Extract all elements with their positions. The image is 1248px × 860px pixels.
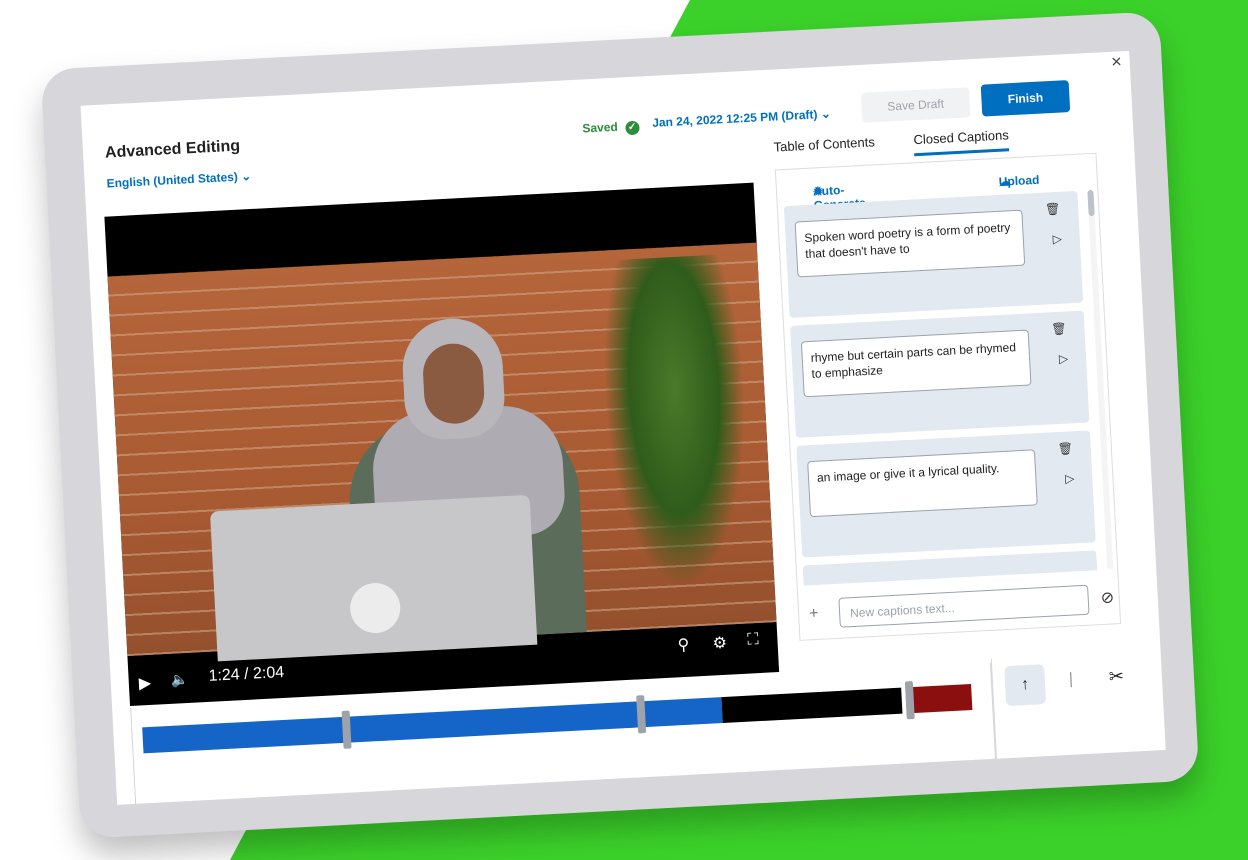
chevron-down-icon: ⌄	[820, 106, 832, 122]
caption-text-field[interactable]: Spoken word poetry is a form of poetry t…	[794, 209, 1026, 278]
scroll-thumb[interactable]	[1087, 189, 1095, 217]
play-caption-icon[interactable]: ▷	[1052, 232, 1062, 246]
new-caption-row: + New captions text... ⊘	[798, 579, 1120, 636]
play-caption-icon[interactable]: ▷	[1065, 471, 1075, 485]
video-frame	[107, 242, 777, 662]
timeline-segment-cut[interactable]	[911, 683, 973, 714]
plus-icon[interactable]: +	[809, 605, 819, 623]
captions-panel: ✹ Auto-Generate ☁ Upload Spoken word poe…	[774, 152, 1122, 641]
page-title: Advanced Editing	[104, 137, 241, 162]
timeline-segment-active[interactable]	[142, 697, 723, 754]
draft-date-dropdown[interactable]: Jan 24, 2022 12:25 PM (Draft) ⌄	[652, 107, 831, 130]
caption-item: rhyme but certain parts can be rhymed to…	[790, 310, 1090, 438]
video-player[interactable]: ▶ 🔈 1:24 / 2:04 ⚲ ⚙ ⛶	[104, 182, 780, 707]
check-circle-icon: ✓	[624, 120, 640, 136]
cancel-icon[interactable]: ⊘	[1100, 587, 1114, 608]
chevron-down-icon: ⌄	[240, 168, 252, 184]
play-icon[interactable]: ▶	[138, 673, 151, 694]
saved-label: Saved	[582, 119, 619, 136]
trash-icon[interactable]: 🗑	[1045, 202, 1061, 217]
upload-label: Upload	[998, 172, 1040, 189]
search-icon[interactable]: ⚲	[677, 635, 690, 656]
time-display: 1:24 / 2:04	[208, 663, 285, 685]
trash-icon[interactable]: 🗑	[1051, 322, 1067, 337]
tablet-device: × Advanced Editing English (United State…	[40, 11, 1200, 839]
language-label: English (United States)	[106, 169, 239, 191]
gear-icon[interactable]: ⚙	[712, 633, 727, 654]
caption-text-field[interactable]: an image or give it a lyrical quality.	[807, 449, 1038, 518]
tab-closed-captions[interactable]: Closed Captions	[913, 127, 1010, 157]
editor-screen: × Advanced Editing English (United State…	[80, 50, 1166, 805]
play-caption-icon[interactable]: ▷	[1059, 351, 1069, 365]
caption-item: an image or give it a lyrical quality. 🗑…	[796, 430, 1096, 558]
caption-item: Spoken word poetry is a form of poetry t…	[783, 190, 1084, 318]
finish-button[interactable]: Finish	[980, 80, 1071, 117]
scissors-icon[interactable]: ✂	[1108, 666, 1124, 688]
plant	[597, 253, 755, 591]
timeline-tools: ↑ | ✂	[990, 649, 1166, 759]
fullscreen-icon[interactable]: ⛶	[747, 631, 759, 650]
caption-text-field[interactable]: rhyme but certain parts can be rhymed to…	[800, 329, 1032, 398]
language-selector[interactable]: English (United States) ⌄	[106, 169, 251, 191]
save-draft-button[interactable]: Save Draft	[860, 87, 971, 123]
close-icon[interactable]: ×	[1111, 51, 1123, 73]
tab-table-of-contents[interactable]: Table of Contents	[773, 134, 875, 154]
saved-status: Saved ✓	[582, 119, 640, 138]
draft-date-label: Jan 24, 2022 12:25 PM (Draft)	[651, 107, 818, 130]
person-face	[421, 342, 486, 426]
arrow-up-icon[interactable]: ↑	[1004, 664, 1047, 707]
timeline-segment[interactable]	[721, 687, 903, 724]
caption-item	[802, 550, 1098, 586]
new-caption-input[interactable]: New captions text...	[838, 584, 1090, 628]
captions-list: Spoken word poetry is a form of poetry t…	[783, 190, 1098, 586]
volume-icon[interactable]: 🔈	[170, 671, 188, 689]
cursor-icon[interactable]: |	[1068, 671, 1073, 689]
trash-icon[interactable]: 🗑	[1057, 441, 1073, 456]
